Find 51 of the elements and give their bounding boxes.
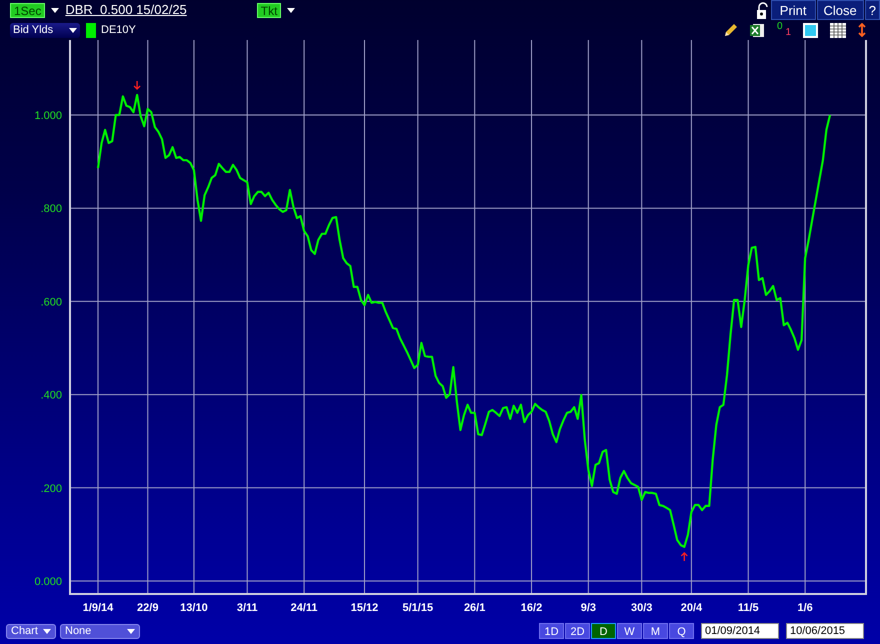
y-axis-label: .800 xyxy=(40,203,62,216)
instrument-link[interactable]: DBR 0.500 15/02/25 xyxy=(65,0,187,20)
start-date-field[interactable]: 01/09/2014 xyxy=(701,623,779,639)
help-button[interactable]: ? xyxy=(864,0,880,20)
period-button[interactable]: W xyxy=(617,623,642,639)
y-axis-label: .600 xyxy=(40,296,62,308)
interval-button[interactable]: 1Sec xyxy=(10,2,46,18)
field-dropdown[interactable]: Bid Ylds xyxy=(10,22,80,38)
period-button[interactable]: M xyxy=(643,623,668,639)
x-axis-label: 26/1 xyxy=(464,602,486,614)
x-axis-label: 30/3 xyxy=(630,602,652,614)
caret-icon xyxy=(127,628,135,634)
chart-type-dropdown[interactable]: Chart xyxy=(6,624,56,638)
print-button[interactable]: Print xyxy=(770,0,816,20)
x-axis-label: 15/12 xyxy=(350,602,378,614)
period-button[interactable]: D xyxy=(591,623,616,639)
x-axis-label: 16/2 xyxy=(520,602,542,614)
x-axis-label: 22/9 xyxy=(137,602,158,614)
y-axis-label: 0.000 xyxy=(34,576,62,588)
caret-icon xyxy=(43,628,51,634)
x-axis-label: 5/1/15 xyxy=(402,602,434,614)
period-button[interactable]: 2D xyxy=(565,623,590,639)
spreadsheet-icon[interactable] xyxy=(750,22,765,38)
x-axis-label: 3/11 xyxy=(236,602,258,614)
overlay-dropdown[interactable]: None xyxy=(60,624,140,638)
y-axis-label: .200 xyxy=(40,482,62,495)
x-axis-label: 11/5 xyxy=(738,602,759,614)
pencil-icon[interactable] xyxy=(724,23,738,37)
color-square-icon[interactable] xyxy=(803,22,818,38)
y-axis-label: .400 xyxy=(40,390,62,402)
arrow-down-icon xyxy=(133,80,141,90)
caret-icon xyxy=(287,8,296,12)
x-axis-label: 9/3 xyxy=(580,602,596,614)
y-axis-label: 1.000 xyxy=(34,110,62,122)
ticket-button[interactable]: Tkt xyxy=(256,2,282,18)
x-axis-label: 24/11 xyxy=(290,602,318,614)
legend-label: DE10Y xyxy=(101,22,136,38)
caret-icon xyxy=(51,8,60,12)
caret-icon xyxy=(69,28,77,32)
vertical-arrows-icon[interactable] xyxy=(858,23,866,37)
period-button[interactable]: Q xyxy=(669,623,694,639)
arrow-up-icon xyxy=(680,552,688,562)
x-axis-label: 13/10 xyxy=(180,602,208,614)
x-axis-label: 1/6 xyxy=(797,602,813,614)
end-date-field[interactable]: 10/06/2015 xyxy=(786,623,864,639)
x-axis-label: 1/9/14 xyxy=(82,602,114,614)
close-button[interactable]: Close xyxy=(816,0,864,20)
x-axis-label: 20/4 xyxy=(680,602,702,614)
grid-icon[interactable] xyxy=(830,22,846,38)
decimals-toggle[interactable]: 0 1 xyxy=(777,22,791,38)
period-button[interactable]: 1D xyxy=(539,623,564,639)
